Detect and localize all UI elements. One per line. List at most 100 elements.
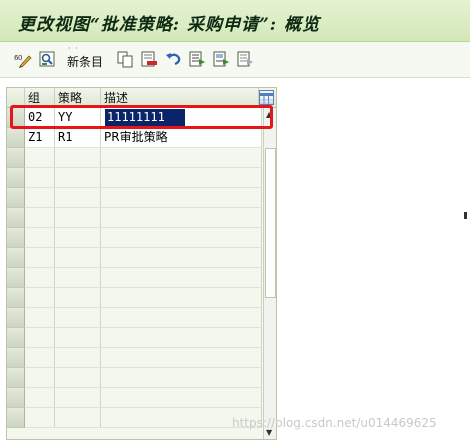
- empty-cell: [25, 388, 55, 408]
- cell-group[interactable]: 02: [25, 108, 55, 128]
- empty-cell: [101, 328, 262, 348]
- empty-row[interactable]: [7, 268, 262, 288]
- empty-cell: [101, 148, 262, 168]
- change-display-icon[interactable]: 6 0: [14, 51, 32, 68]
- row-selector[interactable]: [7, 208, 25, 228]
- empty-cell: [101, 228, 262, 248]
- svg-text:0: 0: [18, 54, 22, 62]
- table-row[interactable]: Z1 R1 PR审批策略: [7, 128, 262, 148]
- delete-icon[interactable]: [141, 51, 158, 68]
- empty-cell: [25, 288, 55, 308]
- empty-cell: [55, 228, 101, 248]
- empty-row[interactable]: [7, 408, 262, 428]
- window-title: 更改视图“批准策略: 采购申请”: 概览: [18, 15, 320, 35]
- empty-cell: [101, 208, 262, 228]
- column-header-strategy[interactable]: 策略: [55, 88, 101, 108]
- new-entries-button[interactable]: 新条目: [67, 53, 103, 70]
- watermark: https://blog.csdn.net/u014469625: [232, 416, 437, 430]
- empty-cell: [101, 348, 262, 368]
- empty-cell: [25, 268, 55, 288]
- cell-strategy[interactable]: R1: [55, 128, 101, 148]
- empty-cell: [25, 148, 55, 168]
- cell-strategy[interactable]: YY: [55, 108, 101, 128]
- empty-cell: [25, 328, 55, 348]
- empty-row[interactable]: [7, 188, 262, 208]
- resize-marker: [464, 212, 467, 219]
- select-block-icon[interactable]: [213, 51, 230, 68]
- empty-cell: [25, 248, 55, 268]
- selected-text[interactable]: 11111111: [105, 109, 185, 126]
- strategy-table: 组 策略 描述 02 YY 11111111 Z1 R1 PR审批策略 ▲ ▼: [6, 87, 277, 440]
- empty-row[interactable]: [7, 168, 262, 188]
- empty-cell: [55, 188, 101, 208]
- empty-cell: [55, 348, 101, 368]
- empty-row[interactable]: [7, 348, 262, 368]
- empty-cell: [101, 388, 262, 408]
- row-selector[interactable]: [7, 348, 25, 368]
- empty-row[interactable]: [7, 228, 262, 248]
- empty-cell: [55, 408, 101, 428]
- row-selector[interactable]: [7, 288, 25, 308]
- empty-row[interactable]: [7, 148, 262, 168]
- row-selector[interactable]: [7, 188, 25, 208]
- empty-cell: [25, 208, 55, 228]
- empty-row[interactable]: [7, 308, 262, 328]
- empty-cell: [101, 288, 262, 308]
- table-row[interactable]: 02 YY 11111111: [7, 108, 262, 128]
- empty-cell: [55, 208, 101, 228]
- column-header-description[interactable]: 描述: [101, 88, 259, 108]
- empty-cell: [25, 228, 55, 248]
- deselect-icon[interactable]: [237, 51, 254, 68]
- empty-cell: [25, 308, 55, 328]
- empty-cell: [101, 268, 262, 288]
- empty-row[interactable]: [7, 208, 262, 228]
- row-selector[interactable]: [7, 308, 25, 328]
- scrollbar-thumb[interactable]: [265, 148, 276, 298]
- empty-cell: [55, 328, 101, 348]
- undo-icon[interactable]: [165, 51, 182, 68]
- row-selector[interactable]: [7, 388, 25, 408]
- empty-cell: [101, 248, 262, 268]
- empty-cell: [25, 368, 55, 388]
- toolbar-dots: · ·: [68, 44, 79, 53]
- vertical-scrollbar[interactable]: ▲ ▼: [263, 108, 276, 439]
- row-selector[interactable]: [7, 228, 25, 248]
- empty-cell: [101, 308, 262, 328]
- row-selector[interactable]: [7, 368, 25, 388]
- empty-cell: [101, 368, 262, 388]
- row-selector[interactable]: [7, 248, 25, 268]
- row-selector[interactable]: [7, 328, 25, 348]
- select-all-column[interactable]: [7, 88, 25, 108]
- row-selector[interactable]: [7, 148, 25, 168]
- cell-group[interactable]: Z1: [25, 128, 55, 148]
- empty-cell: [55, 308, 101, 328]
- empty-cell: [25, 408, 55, 428]
- empty-cell: [55, 168, 101, 188]
- cell-description[interactable]: PR审批策略: [101, 128, 262, 148]
- empty-row[interactable]: [7, 368, 262, 388]
- empty-row[interactable]: [7, 388, 262, 408]
- select-all-icon[interactable]: [189, 51, 206, 68]
- title-bar: 更改视图“批准策略: 采购申请”: 概览: [0, 0, 470, 42]
- detail-icon[interactable]: [39, 51, 56, 68]
- row-selector[interactable]: [7, 108, 25, 128]
- cell-description-input[interactable]: 11111111: [101, 108, 262, 128]
- empty-cell: [25, 188, 55, 208]
- copy-icon[interactable]: [117, 51, 134, 68]
- row-selector[interactable]: [7, 268, 25, 288]
- empty-cell: [55, 388, 101, 408]
- empty-cell: [55, 368, 101, 388]
- empty-row[interactable]: [7, 248, 262, 268]
- empty-cell: [55, 268, 101, 288]
- column-header-group[interactable]: 组: [25, 88, 55, 108]
- row-selector[interactable]: [7, 408, 25, 428]
- column-settings-icon[interactable]: [259, 90, 274, 106]
- empty-cell: [25, 348, 55, 368]
- row-selector[interactable]: [7, 168, 25, 188]
- row-selector[interactable]: [7, 128, 25, 148]
- empty-cell: [101, 188, 262, 208]
- empty-cell: [101, 168, 262, 188]
- empty-row[interactable]: [7, 288, 262, 308]
- scroll-up-icon[interactable]: ▲: [266, 110, 272, 119]
- empty-row[interactable]: [7, 328, 262, 348]
